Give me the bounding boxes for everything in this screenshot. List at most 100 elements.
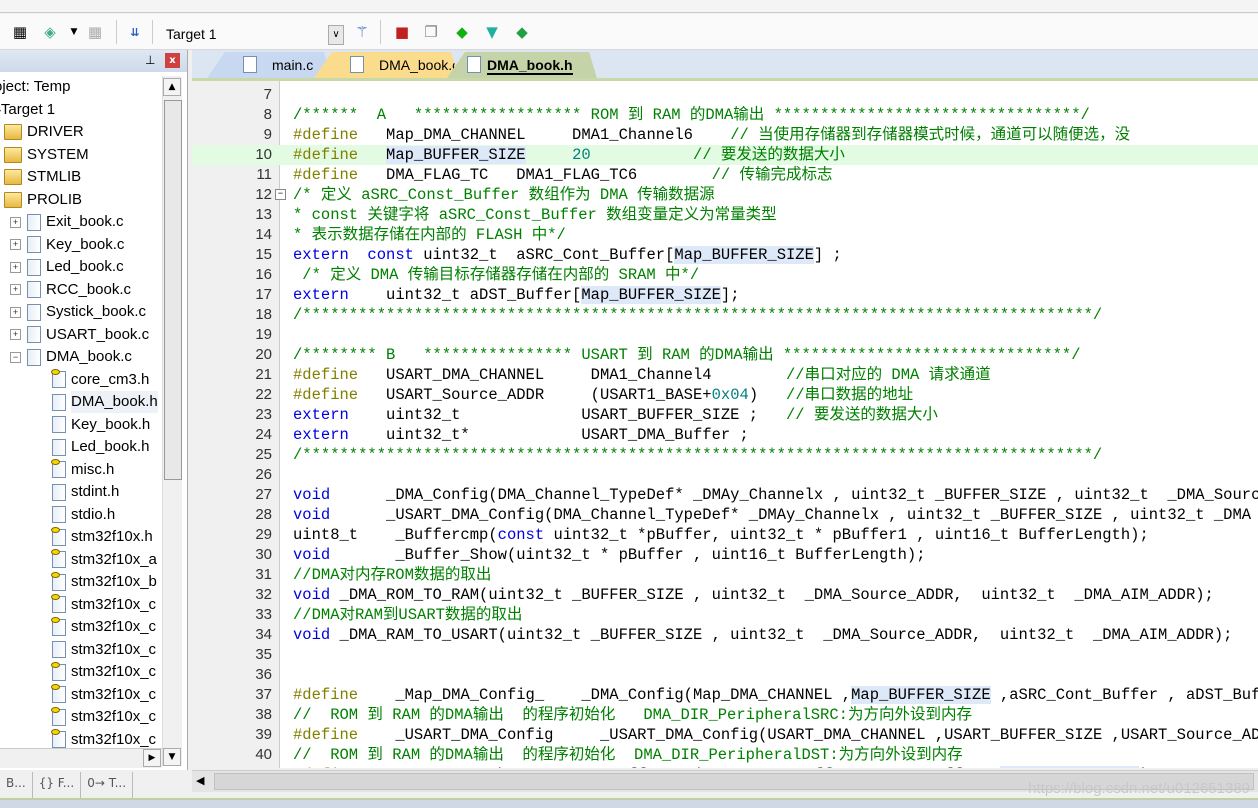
funnel-icon[interactable]: ▼ xyxy=(482,22,502,42)
tree-item[interactable]: + Key_book.c xyxy=(10,234,124,256)
collapse-icon[interactable]: − xyxy=(10,351,21,363)
tree-item[interactable]: SYSTEM xyxy=(4,144,89,166)
line-number: 27 xyxy=(255,486,272,503)
tree-item[interactable]: stm32f10x_c xyxy=(51,616,156,638)
tree-item[interactable]: stm32f10x_b xyxy=(51,571,157,593)
code-token: _USART_DMA_Config _USART_DMA_Config(USAR… xyxy=(358,726,1258,744)
line-number: 22 xyxy=(255,386,272,403)
pin-icon[interactable]: ⊥ xyxy=(145,53,155,67)
code-token: 20 xyxy=(572,146,591,164)
tree-item[interactable]: + Exit_book.c xyxy=(10,211,124,233)
tree-item[interactable]: stdio.h xyxy=(52,504,115,526)
file-icon xyxy=(51,459,66,478)
code-token: Map_BUFFER_SIZE xyxy=(851,686,991,704)
chevron-down-icon[interactable]: ∨ xyxy=(328,25,344,45)
code-token: USART_Source_ADDR (USART1_BASE+ xyxy=(358,386,712,404)
tree-item[interactable]: − DMA_book.c xyxy=(10,346,132,368)
tree-item[interactable]: + USART_book.c xyxy=(10,324,149,346)
batch-build-icon[interactable]: ▦ xyxy=(10,22,30,42)
file-icon xyxy=(27,348,41,366)
tab-main-c[interactable]: main.c xyxy=(207,52,332,78)
tree-item[interactable]: + Led_book.c xyxy=(10,256,124,278)
code-token: * const 关键字将 aSRC_Const_Buffer 数组变量定义为常量… xyxy=(293,206,777,224)
tree-item[interactable]: STMLIB xyxy=(4,166,81,188)
code-line: 8 /****** A ****************** ROM 到 RAM … xyxy=(192,105,1258,125)
build-dropdown-icon[interactable]: ▼ xyxy=(64,22,84,42)
code-line: 26 xyxy=(192,465,1258,485)
tree-item[interactable]: + Systick_book.c xyxy=(10,301,146,323)
file-icon xyxy=(51,684,66,703)
fold-icon[interactable]: − xyxy=(275,189,286,200)
tree-item[interactable]: stm32f10x_c xyxy=(51,729,156,748)
target-select[interactable]: Target 1 ∨ xyxy=(162,24,344,46)
tree-item[interactable]: stm32f10x_c xyxy=(51,661,156,683)
packs-icon[interactable]: ◆ xyxy=(512,22,532,42)
tree-item[interactable]: DMA_book.h xyxy=(52,391,158,413)
line-number: 25 xyxy=(255,446,272,463)
line-number: 20 xyxy=(255,346,272,363)
scroll-down-icon[interactable]: ▼ xyxy=(163,748,181,766)
scroll-up-icon[interactable]: ▲ xyxy=(163,78,181,96)
tree-item[interactable]: Key_book.h xyxy=(52,414,150,436)
scroll-right-icon[interactable]: ▶ xyxy=(143,749,161,767)
line-number: 12 xyxy=(255,186,272,203)
expand-icon[interactable]: + xyxy=(10,284,21,295)
code-line: 25 /*************************************… xyxy=(192,445,1258,465)
line-number: 19 xyxy=(255,326,272,343)
tree-horizontal-scrollbar[interactable]: ▶ xyxy=(0,748,162,768)
code-text: /****** A ****************** ROM 到 RAM 的… xyxy=(293,105,1090,125)
window-icon[interactable]: ❐ xyxy=(421,22,441,42)
expand-icon[interactable]: + xyxy=(10,216,21,228)
tree-item[interactable]: stm32f10x.h xyxy=(51,526,153,548)
tree-item[interactable]: stm32f10x_a xyxy=(51,549,157,571)
line-number: 24 xyxy=(255,426,272,443)
tree-item[interactable]: stm32f10x_c xyxy=(52,639,156,661)
code-line: 32 void _DMA_ROM_TO_RAM(uint32_t _BUFFER_… xyxy=(192,585,1258,605)
manage-components-icon[interactable]: ■ xyxy=(392,22,412,42)
tab-DMA_book-c[interactable]: DMA_book.c xyxy=(314,52,459,78)
code-editor[interactable]: 7 8 /****** A ****************** ROM 到 RAM… xyxy=(192,78,1258,768)
tree-item[interactable]: stm32f10x_c xyxy=(51,706,157,728)
tree-item[interactable]: Led_book.h xyxy=(52,436,149,458)
rebuild-icon[interactable]: ▦ xyxy=(85,22,105,42)
tree-item-label: stm32f10x_c xyxy=(71,708,157,725)
tab-templates[interactable]: 0→ T... xyxy=(81,772,134,798)
expand-icon[interactable]: + xyxy=(10,329,21,340)
tree-item[interactable]: PROLIB xyxy=(4,189,82,211)
tree-vertical-scrollbar[interactable]: ▲ ▼ xyxy=(162,76,182,766)
expand-icon[interactable]: + xyxy=(10,261,21,273)
tab-functions[interactable]: {} F... xyxy=(33,772,82,798)
expand-icon[interactable]: + xyxy=(10,239,21,250)
file-icon xyxy=(52,483,66,501)
code-token: void xyxy=(293,626,331,644)
load-icon[interactable]: ⇊ xyxy=(125,22,145,42)
tab-DMA_book-h[interactable]: DMA_book.h xyxy=(447,52,597,78)
options-wand-icon[interactable]: ⚚ xyxy=(352,22,372,42)
tree-item[interactable]: stm32f10x_c xyxy=(51,594,156,616)
tree-item[interactable]: ◆ Target 1 xyxy=(0,99,55,121)
tree-item[interactable]: core_cm3.h xyxy=(51,369,149,391)
tree-item[interactable]: + RCC_book.c xyxy=(10,279,131,301)
code-token: #define xyxy=(293,126,359,144)
scroll-left-icon[interactable]: ◀ xyxy=(196,774,204,787)
tree-item-label: stm32f10x.h xyxy=(71,528,153,545)
code-text: #define _Map_DMA_Config_ _DMA_Config(Map… xyxy=(293,685,1258,705)
file-icon xyxy=(467,56,481,73)
code-token: extern xyxy=(293,406,349,424)
tree-item[interactable]: oject: Temp xyxy=(0,76,70,98)
tab-books[interactable]: B... xyxy=(0,772,33,798)
tree-item[interactable]: DRIVER xyxy=(4,121,84,143)
tree-item[interactable]: misc.h xyxy=(51,459,114,481)
file-icon xyxy=(243,56,257,73)
build-icon[interactable]: ◈ xyxy=(40,22,60,42)
close-panel-button[interactable]: x xyxy=(165,53,180,68)
code-token: #define xyxy=(293,166,359,184)
code-token: // ROM 到 RAM 的DMA输出 的程序初始化 DMA_DIR_Perip… xyxy=(293,706,972,724)
code-line: 19 xyxy=(192,325,1258,345)
code-token: * 表示数据存储在内部的 FLASH 中*/ xyxy=(293,226,566,244)
scroll-thumb[interactable] xyxy=(164,100,182,480)
tree-item[interactable]: stdint.h xyxy=(52,481,119,503)
tree-item[interactable]: stm32f10x_c xyxy=(51,684,156,706)
expand-icon[interactable]: + xyxy=(10,306,21,318)
diamond-icon[interactable]: ◆ xyxy=(452,22,472,42)
